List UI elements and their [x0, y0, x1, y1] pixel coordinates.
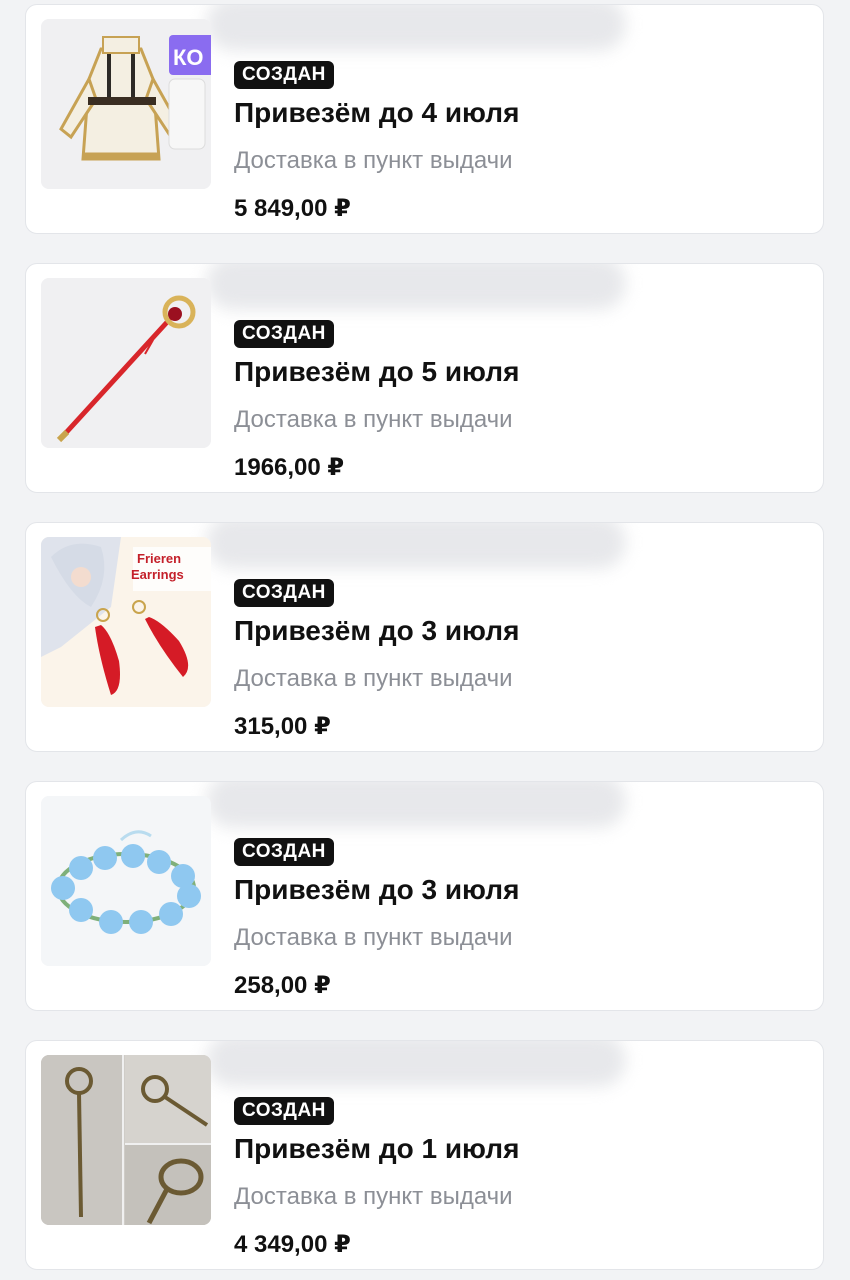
redacted-area — [206, 1041, 626, 1087]
order-card[interactable]: СОЗДАН Привезём до 5 июля Доставка в пун… — [25, 263, 824, 493]
order-price: 4 349,00 ₽ — [234, 1231, 351, 1258]
delivery-method: Доставка в пункт выдачи — [234, 406, 513, 433]
delivery-date: Привезём до 1 июля — [234, 1133, 520, 1164]
thumb-title-1: Frieren — [137, 551, 181, 566]
redacted-area — [206, 264, 626, 310]
order-price: 315,00 ₽ — [234, 713, 331, 740]
thumb-brand-label: КО — [173, 45, 204, 70]
redacted-area — [206, 523, 626, 569]
status-badge: СОЗДАН — [234, 61, 334, 89]
status-badge: СОЗДАН — [234, 579, 334, 607]
order-card[interactable]: СОЗДАН Привезём до 1 июля Доставка в пун… — [25, 1040, 824, 1270]
delivery-date: Привезём до 3 июля — [234, 615, 520, 646]
redacted-area — [206, 782, 626, 828]
status-badge: СОЗДАН — [234, 320, 334, 348]
product-image-earrings[interactable]: Frieren Earrings — [41, 537, 211, 707]
product-image-wand[interactable] — [41, 1055, 211, 1225]
product-image-flower-crown[interactable] — [41, 796, 211, 966]
delivery-method: Доставка в пункт выдачи — [234, 665, 513, 692]
status-badge: СОЗДАН — [234, 838, 334, 866]
product-image-staff[interactable] — [41, 278, 211, 448]
status-badge: СОЗДАН — [234, 1097, 334, 1125]
delivery-date: Привезём до 3 июля — [234, 874, 520, 905]
thumb-title-2: Earrings — [131, 567, 184, 582]
order-card[interactable]: СОЗДАН Привезём до 3 июля Доставка в пун… — [25, 781, 824, 1011]
delivery-date: Привезём до 5 июля — [234, 356, 520, 387]
order-price: 5 849,00 ₽ — [234, 195, 351, 222]
redacted-area — [206, 5, 626, 51]
delivery-method: Доставка в пункт выдачи — [234, 924, 513, 951]
product-image-costume[interactable]: КО — [41, 19, 211, 189]
order-card[interactable]: КО СОЗДАН Привезём до 4 июля Доставка в … — [25, 4, 824, 234]
delivery-method: Доставка в пункт выдачи — [234, 147, 513, 174]
delivery-method: Доставка в пункт выдачи — [234, 1183, 513, 1210]
order-card[interactable]: Frieren Earrings СОЗДАН Привезём до 3 ию… — [25, 522, 824, 752]
order-price: 1966,00 ₽ — [234, 454, 345, 481]
order-price: 258,00 ₽ — [234, 972, 331, 999]
order-list: КО СОЗДАН Привезём до 4 июля Доставка в … — [0, 0, 850, 1280]
delivery-date: Привезём до 4 июля — [234, 97, 520, 128]
